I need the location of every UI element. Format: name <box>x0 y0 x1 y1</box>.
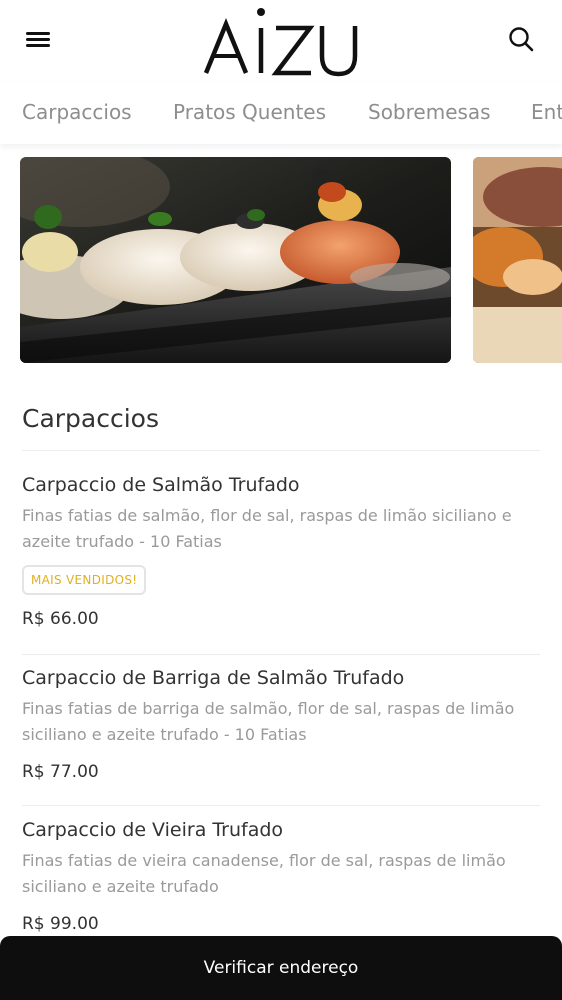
item-description: Finas fatias de salmão, flor de sal, ras… <box>22 503 540 555</box>
item-divider <box>22 654 540 655</box>
promo-carousel[interactable] <box>0 157 562 363</box>
banner-chef-image[interactable] <box>473 157 562 363</box>
item-name: Carpaccio de Barriga de Salmão Trufado <box>22 667 405 689</box>
section-divider <box>22 450 540 451</box>
item-name: Carpaccio de Salmão Trufado <box>22 474 300 496</box>
item-price: R$ 77.00 <box>22 762 99 782</box>
section-title: Carpaccios <box>22 404 159 433</box>
verify-address-button[interactable]: Verificar endereço <box>0 936 562 1000</box>
item-name: Carpaccio de Vieira Trufado <box>22 819 284 841</box>
verify-address-label: Verificar endereço <box>203 958 359 978</box>
item-description: Finas fatias de vieira canadense, flor d… <box>22 848 540 900</box>
tab-entradas[interactable]: Ent <box>531 100 562 124</box>
item-description: Finas fatias de barriga de salmão, flor … <box>22 696 540 748</box>
tab-carpaccios[interactable]: Carpaccios <box>22 100 132 124</box>
item-description-line: Finas fatias de salmão, flor de sal, ras… <box>22 506 512 525</box>
item-description-line: Finas fatias de barriga de salmão, flor … <box>22 699 515 718</box>
item-price: R$ 99.00 <box>22 914 99 934</box>
tab-sobremesas[interactable]: Sobremesas <box>368 100 491 124</box>
menu-item[interactable]: Carpaccio de Salmão Trufado Finas fatias… <box>22 473 540 631</box>
hamburger-menu-icon[interactable] <box>22 26 56 54</box>
search-icon[interactable] <box>504 22 540 58</box>
item-description-line: siciliano e azeite trufado - 10 Fatias <box>22 725 307 744</box>
best-seller-badge: MAIS VENDIDOS! <box>22 565 147 595</box>
item-divider <box>22 805 540 806</box>
item-description-line: Finas fatias de vieira canadense, flor d… <box>22 851 506 870</box>
item-description-line: siciliano e azeite trufado <box>22 877 219 896</box>
brand-logo[interactable] <box>180 4 380 78</box>
item-price: R$ 66.00 <box>22 609 99 629</box>
aizu-logo-mark <box>203 8 358 77</box>
tab-pratos-quentes[interactable]: Pratos Quentes <box>173 100 326 124</box>
banner-sushi-image[interactable] <box>20 157 451 363</box>
category-tabs: Carpaccios Pratos Quentes Sobremesas Ent <box>0 82 562 144</box>
menu-item[interactable]: Carpaccio de Barriga de Salmão Trufado F… <box>22 666 540 784</box>
item-description-line: azeite trufado - 10 Fatias <box>22 532 222 551</box>
app-header <box>0 0 562 82</box>
menu-item[interactable]: Carpaccio de Vieira Trufado Finas fatias… <box>22 818 540 936</box>
